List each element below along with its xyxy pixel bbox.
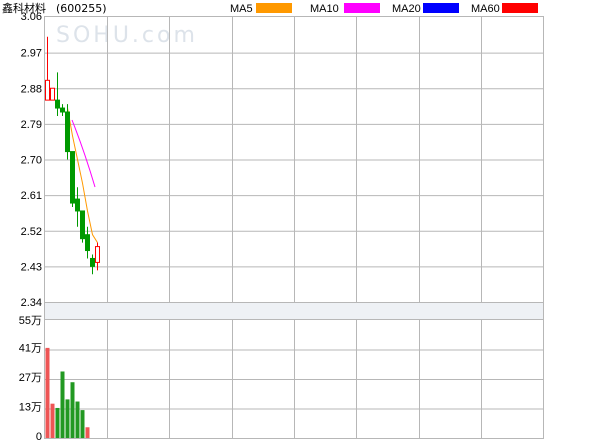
candle-body bbox=[55, 99, 60, 109]
stock-chart: 鑫科材料 (600255) MA5 MA10 MA20 MA60 SOHU.co… bbox=[2, 1, 544, 440]
candle-body bbox=[80, 210, 85, 240]
volume-bar bbox=[55, 407, 60, 438]
candle-body bbox=[70, 151, 75, 204]
watermark: SOHU.com bbox=[56, 23, 198, 48]
price-tick-label: 2.88 bbox=[21, 83, 42, 95]
legend-swatch-ma5 bbox=[256, 3, 292, 13]
volume-bar bbox=[65, 399, 70, 438]
price-tick-label: 3.06 bbox=[21, 11, 42, 23]
volume-bar bbox=[85, 427, 90, 438]
price-grid bbox=[44, 17, 544, 302]
legend-swatch-ma10 bbox=[344, 3, 380, 13]
candle-body bbox=[85, 234, 90, 252]
volume-bar bbox=[50, 403, 55, 438]
legend-swatch-ma60 bbox=[502, 3, 538, 13]
stock-code: (600255) bbox=[56, 2, 107, 15]
price-tick-label: 2.52 bbox=[21, 226, 42, 238]
volume-grid bbox=[44, 320, 544, 438]
volume-bar bbox=[75, 401, 80, 438]
legend-label-ma20: MA20 bbox=[392, 3, 421, 15]
volume-tick-label: 0 bbox=[36, 431, 42, 440]
candle-body bbox=[45, 79, 50, 101]
legend-label-ma60: MA60 bbox=[471, 3, 500, 15]
legend-label-ma5: MA5 bbox=[230, 3, 253, 15]
legend: MA5 MA10 MA20 MA60 bbox=[230, 3, 538, 15]
price-tick-label: 2.70 bbox=[21, 155, 42, 167]
volume-tick-label: 41万 bbox=[19, 343, 42, 355]
price-tick-label: 2.79 bbox=[21, 119, 42, 131]
ma10-line bbox=[71, 119, 96, 188]
candle-body bbox=[75, 198, 80, 212]
panel-separator bbox=[44, 302, 544, 320]
price-tick-label: 2.34 bbox=[21, 297, 42, 309]
candle-body bbox=[60, 107, 65, 113]
legend-label-ma10: MA10 bbox=[310, 3, 339, 15]
candlesticks bbox=[45, 36, 100, 275]
candle-body bbox=[90, 257, 95, 267]
candle-body bbox=[50, 87, 55, 101]
volume-bar bbox=[60, 371, 65, 438]
candle-body bbox=[95, 246, 100, 263]
volume-tick-label: 13万 bbox=[19, 402, 42, 414]
price-axis: 3.06 2.97 2.88 2.79 2.70 2.61 2.52 2.43 2.34 bbox=[21, 11, 42, 309]
volume-axis: 55万 41万 27万 13万 0 bbox=[19, 315, 42, 440]
legend-swatch-ma20 bbox=[423, 3, 459, 13]
price-tick-label: 2.43 bbox=[21, 261, 42, 273]
volume-bars bbox=[45, 347, 90, 438]
volume-tick-label: 55万 bbox=[19, 315, 42, 327]
price-tick-label: 2.61 bbox=[21, 190, 42, 202]
volume-bar bbox=[45, 347, 50, 438]
volume-bar bbox=[70, 382, 75, 438]
price-tick-label: 2.97 bbox=[21, 48, 42, 60]
candle-body bbox=[65, 111, 70, 153]
volume-tick-label: 27万 bbox=[19, 372, 42, 384]
volume-bar bbox=[80, 410, 85, 438]
